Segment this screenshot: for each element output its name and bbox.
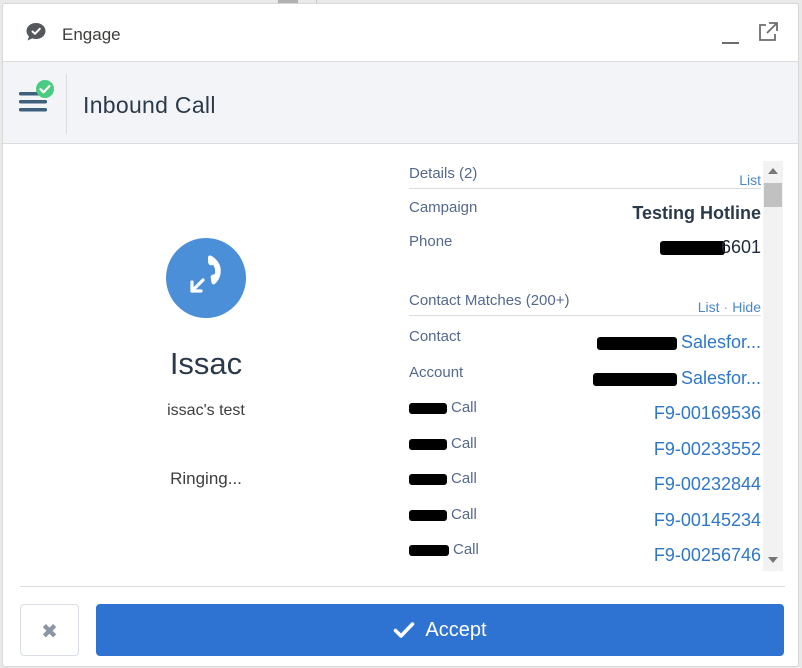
campaign-value: Testing Hotline [632, 203, 761, 223]
call-label-text: Call [453, 541, 479, 558]
redaction-mark [409, 544, 449, 556]
scroll-down-arrow-icon[interactable] [768, 557, 778, 563]
contact-link[interactable]: Salesfor... [596, 332, 761, 353]
contact-matches-title: Contact Matches (200+) [409, 292, 570, 309]
details-section-header: Details (2) List [409, 159, 761, 189]
call-label: Call [409, 541, 479, 558]
contact-matches-list-link[interactable]: List [698, 299, 720, 315]
caller-avatar [166, 238, 246, 318]
caller-name: Issac [169, 346, 243, 381]
check-circle-icon [36, 80, 54, 98]
window-title: Engage [62, 25, 121, 44]
minimize-icon [722, 42, 739, 44]
details-panel: Details (2) List Campaign Testing Hotlin… [409, 154, 761, 570]
popout-icon [759, 22, 778, 41]
caller-subtitle: issac's test [167, 402, 245, 419]
contact-matches-header: Contact Matches (200+) List · Hide [409, 286, 761, 316]
call-label: Call [409, 435, 477, 452]
detail-row-campaign: Campaign Testing Hotline [409, 199, 761, 229]
phone-value: 6601 [659, 237, 761, 258]
call-label: Call [409, 399, 477, 416]
account-link[interactable]: Salesfor... [592, 368, 761, 389]
details-section-title: Details (2) [409, 165, 478, 182]
checkmark-icon [394, 622, 415, 638]
call-label-text: Call [451, 435, 477, 452]
reject-button[interactable]: ✖ [20, 604, 79, 656]
call-label-text: Call [451, 506, 477, 523]
match-label: Contact [409, 328, 461, 345]
contact-link-text: Salesfor... [680, 332, 761, 352]
redaction-mark [409, 473, 447, 485]
match-row-contact: Contact Salesfor... [409, 328, 761, 358]
redaction-mark [659, 241, 725, 256]
close-icon: ✖ [41, 621, 58, 643]
call-record-link[interactable]: F9-00232844 [654, 474, 761, 495]
minimize-button[interactable] [719, 24, 743, 48]
engage-panel: Engage Inbound Call Issac issac's test R… [2, 3, 799, 667]
match-label: Account [409, 364, 464, 381]
accept-button[interactable]: Accept [96, 604, 784, 656]
redaction-mark [592, 372, 677, 386]
call-record-link[interactable]: F9-00233552 [654, 439, 761, 460]
details-links: List [739, 172, 761, 188]
title-bar: Engage [3, 4, 798, 62]
call-label: Call [409, 506, 477, 523]
redaction-mark [596, 336, 677, 350]
popout-button[interactable] [757, 21, 781, 45]
call-record-link[interactable]: F9-00169536 [654, 403, 761, 424]
phone-value-text: 6601 [720, 237, 761, 257]
call-record-link[interactable]: F9-00256746 [654, 545, 761, 566]
link-separator: · [723, 299, 729, 315]
call-record-row: Call F9-00145234 [409, 506, 761, 536]
details-list-link[interactable]: List [739, 172, 761, 188]
call-record-row: Call F9-00256746 [409, 541, 761, 570]
call-label: Call [409, 470, 477, 487]
details-scrollbar[interactable] [763, 161, 783, 571]
match-row-account: Account Salesfor... [409, 364, 761, 394]
scroll-thumb[interactable] [764, 183, 782, 207]
incoming-call-icon [190, 255, 221, 293]
footer-divider [20, 586, 785, 587]
chat-bubble-icon [25, 22, 47, 47]
call-record-row: Call F9-00233552 [409, 435, 761, 465]
accept-button-content: Accept [96, 604, 784, 656]
redaction-mark [409, 438, 447, 450]
call-record-row: Call F9-00169536 [409, 399, 761, 429]
call-label-text: Call [451, 399, 477, 416]
call-status: Ringing... [170, 469, 242, 488]
detail-label: Phone [409, 233, 453, 250]
account-link-text: Salesfor... [680, 368, 761, 388]
contact-matches-hide-link[interactable]: Hide [732, 299, 761, 315]
call-record-row: Call F9-00232844 [409, 470, 761, 500]
call-record-link[interactable]: F9-00145234 [654, 510, 761, 531]
accept-label: Accept [425, 618, 487, 641]
header-divider [66, 74, 67, 134]
redaction-mark [409, 402, 447, 414]
call-header: Inbound Call [3, 62, 798, 144]
page-title: Inbound Call [83, 92, 216, 118]
menu-button[interactable] [15, 76, 57, 118]
redaction-mark [409, 509, 447, 521]
contact-matches-links: List · Hide [698, 299, 761, 315]
detail-row-phone: Phone 6601 [409, 233, 761, 263]
scroll-up-arrow-icon[interactable] [768, 168, 778, 174]
detail-label: Campaign [409, 199, 478, 216]
call-label-text: Call [451, 470, 477, 487]
